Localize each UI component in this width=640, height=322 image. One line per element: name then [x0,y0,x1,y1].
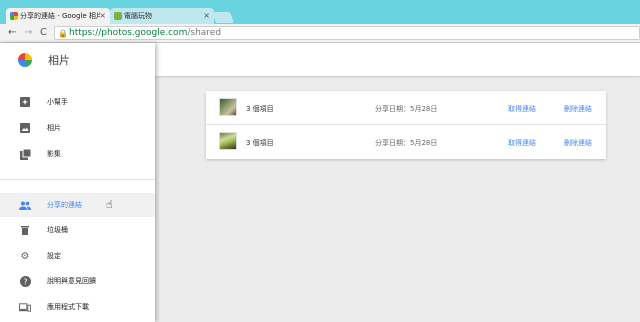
sidebar-item-assistant[interactable]: 小幫手 [0,90,155,114]
sidebar-item-label: 設定 [47,252,61,260]
google-photos-logo-icon [18,53,32,67]
shared-people-icon [19,199,31,211]
back-arrow-icon[interactable]: ← [8,27,16,38]
sidebar-divider [0,179,155,180]
sidebar-item-help[interactable]: ? 說明與意見回饋 [0,269,155,293]
sidebar-item-albums[interactable]: 影集 [0,142,155,166]
address-bar[interactable]: 🔒 https://photos.google.com/shared [54,26,640,40]
tab-close-icon[interactable]: × [203,11,210,20]
navigation-drawer: 相片 小幫手 相片 影集 分享的連結 垃圾桶 ⚙ 設定 ? 說明與意見回饋 應用… [0,43,155,322]
tab-blog[interactable]: 電腦玩物 × [110,8,214,24]
sidebar-item-label: 分享的連結 [47,201,82,209]
forward-arrow-icon[interactable]: → [24,27,32,38]
tab-close-icon[interactable]: × [99,11,106,20]
assistant-icon [19,96,31,108]
help-icon: ? [19,275,31,287]
url-host: photos.google.com [101,28,188,38]
browser-toolbar: ← → C 🔒 https://photos.google.com/shared [0,24,640,43]
list-item[interactable]: 3 個項目 分享日期：5月28日 取得連結 刪除連結 [206,91,606,125]
sidebar-item-label: 說明與意見回饋 [47,277,96,285]
sidebar-item-photos[interactable]: 相片 [0,116,155,140]
get-link-button[interactable]: 取得連結 [508,138,536,148]
reload-icon[interactable]: C [40,27,47,38]
sidebar-item-label: 應用程式下載 [47,303,89,311]
list-item[interactable]: 3 個項目 分享日期：5月28日 取得連結 刪除連結 [206,125,606,159]
browser-tab-strip: 分享的連結 - Google 相片 × 電腦玩物 × [0,0,640,24]
album-thumbnail[interactable] [219,98,237,116]
gear-icon: ⚙ [20,250,30,262]
sidebar-item-label: 影集 [47,150,61,158]
new-tab-button[interactable] [211,12,235,23]
album-thumbnail[interactable] [219,132,237,150]
tab-title: 電腦玩物 [124,12,152,20]
item-count: 3 個項目 [246,139,274,147]
shared-links-list: 3 個項目 分享日期：5月28日 取得連結 刪除連結 3 個項目 分享日期：5月… [206,91,606,159]
hand-pointer-cursor-icon: ☝ [106,198,113,211]
shared-date: 分享日期：5月28日 [375,139,438,147]
sidebar-item-settings[interactable]: ⚙ 設定 [0,244,155,268]
url-scheme: https:// [69,28,102,38]
svg-text:?: ? [23,277,27,286]
google-photos-favicon-icon [10,12,18,20]
delete-link-button[interactable]: 刪除連結 [564,138,592,148]
devices-icon [19,301,31,313]
sidebar-item-label: 相片 [47,124,61,132]
url-path: /shared [187,28,222,38]
tab-shared-links[interactable]: 分享的連結 - Google 相片 × [6,8,110,24]
shared-date: 分享日期：5月28日 [375,105,438,113]
photos-icon [19,122,31,134]
sidebar-item-label: 垃圾桶 [47,226,68,234]
sidebar-item-shared-links[interactable]: 分享的連結 [0,193,155,217]
albums-icon [19,148,31,160]
delete-link-button[interactable]: 刪除連結 [564,104,592,114]
sidebar-item-label: 小幫手 [47,98,68,106]
sidebar-item-trash[interactable]: 垃圾桶 [0,218,155,242]
app-title: 相片 [48,54,70,67]
tab-title: 分享的連結 - Google 相片 [20,12,100,20]
trash-icon [19,224,31,236]
sidebar-item-app-download[interactable]: 應用程式下載 [0,295,155,319]
blog-favicon-icon [114,12,122,20]
app-brand[interactable]: 相片 [18,52,70,68]
lock-icon: 🔒 [58,29,68,38]
get-link-button[interactable]: 取得連結 [508,104,536,114]
item-count: 3 個項目 [246,105,274,113]
